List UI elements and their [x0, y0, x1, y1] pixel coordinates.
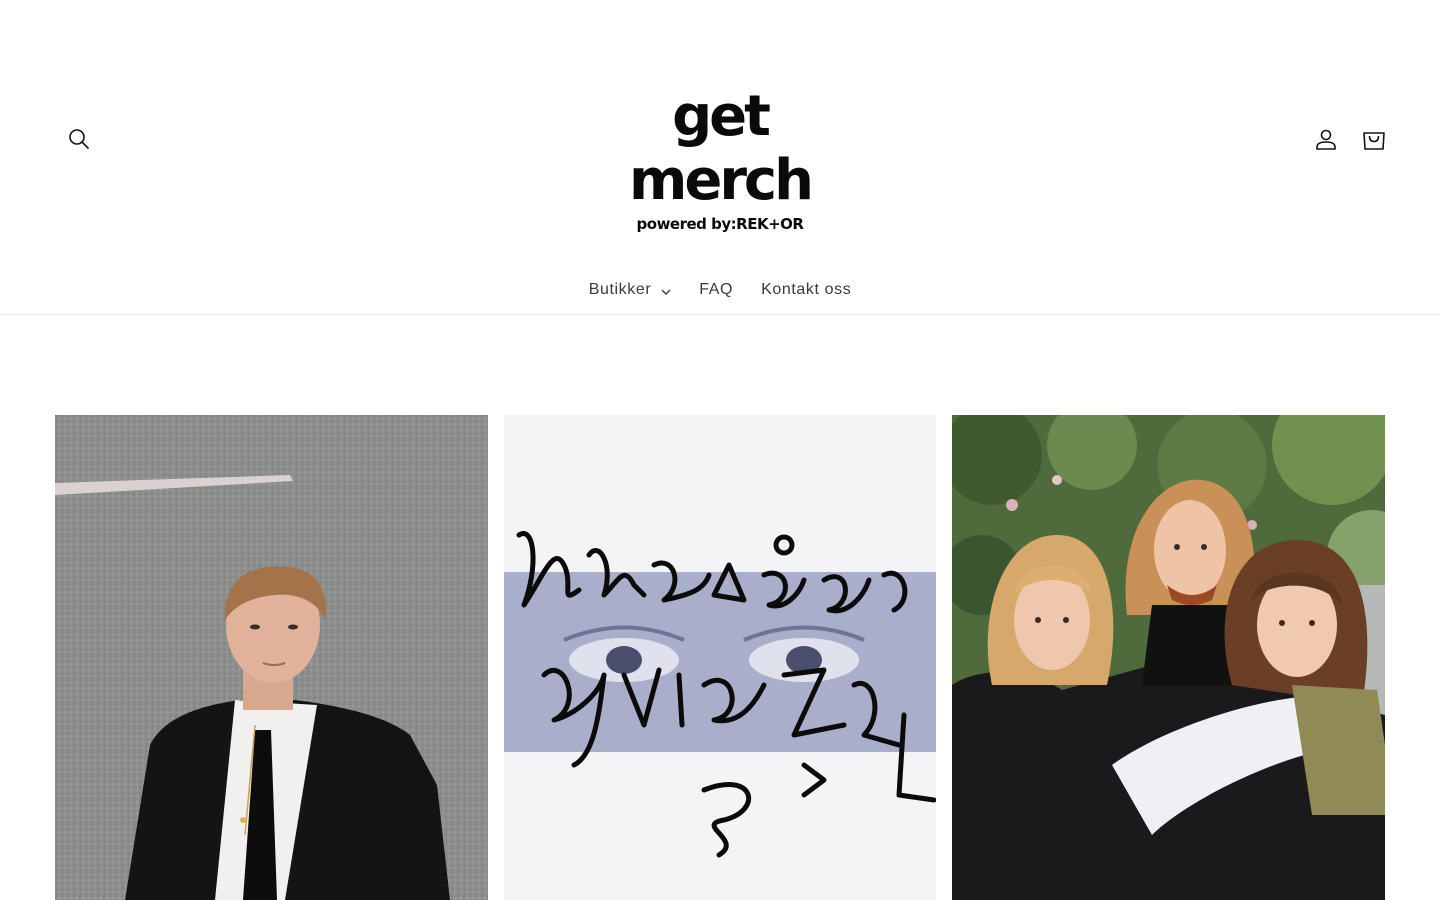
collection-card-band[interactable]	[952, 415, 1385, 900]
chevron-down-icon	[661, 289, 671, 295]
nav-item-butikker[interactable]: Butikker	[575, 281, 686, 299]
account-button[interactable]	[1304, 117, 1348, 161]
nav-item-label: Butikker	[588, 281, 652, 298]
nav-item-label: FAQ	[699, 281, 734, 298]
search-button[interactable]	[57, 117, 101, 161]
collection-card-artist[interactable]	[55, 415, 488, 900]
cart-button[interactable]	[1352, 117, 1396, 161]
collection-card-album-art[interactable]	[504, 415, 936, 900]
nav-item-kontakt-oss[interactable]: Kontakt oss	[747, 281, 865, 299]
logo-main-text: get merch	[628, 84, 814, 213]
shopping-bag-icon	[1363, 132, 1385, 150]
logo-sub-text: powered by:REK+OR	[636, 215, 804, 233]
band-portrait-image	[952, 415, 1385, 900]
nav-item-faq[interactable]: FAQ	[685, 281, 747, 299]
album-art-image	[504, 415, 936, 900]
user-icon	[1316, 129, 1336, 150]
collection-grid	[55, 415, 1385, 900]
search-icon	[69, 129, 90, 150]
site-logo[interactable]: get merch powered by:REK+OR	[590, 85, 850, 234]
main-navigation: Butikker FAQ Kontakt oss	[0, 270, 1440, 310]
nav-item-label: Kontakt oss	[761, 281, 852, 298]
artist-portrait-image	[55, 415, 488, 900]
site-header: get merch powered by:REK+OR Butikker FAQ…	[0, 0, 1440, 315]
